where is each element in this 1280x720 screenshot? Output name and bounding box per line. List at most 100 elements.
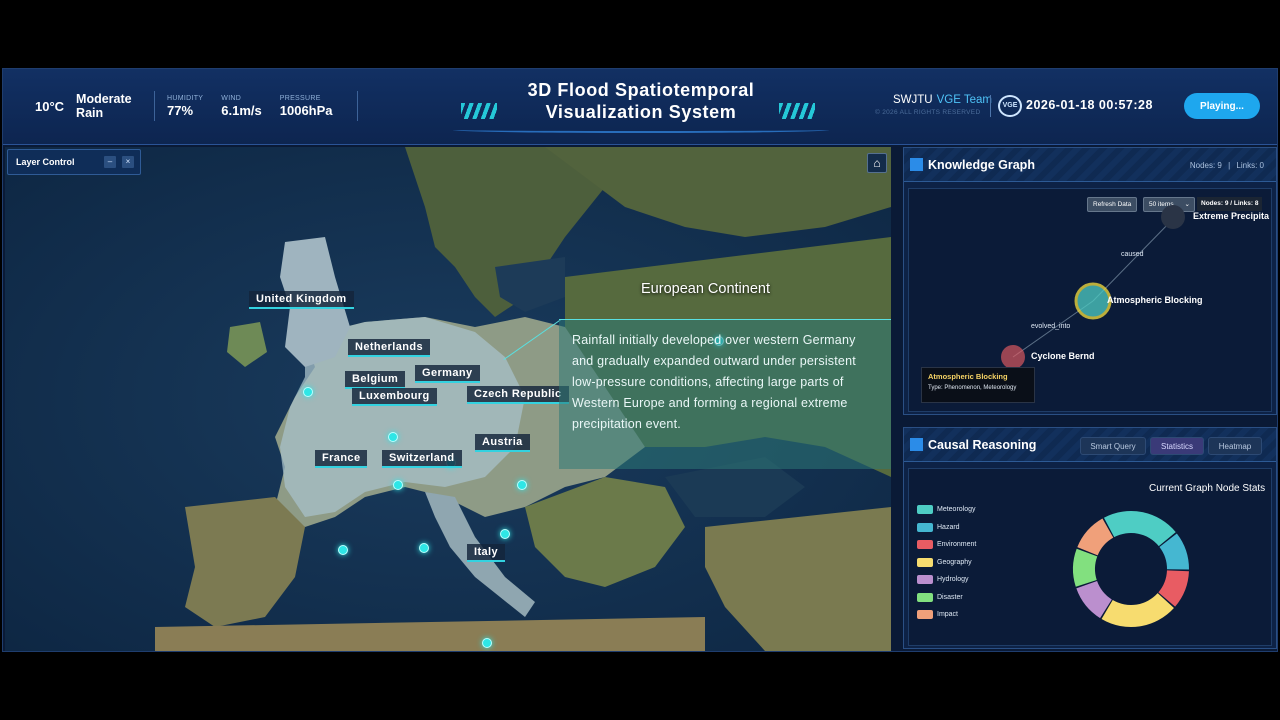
legend-swatch [917,592,933,602]
narrative-callout: Rainfall initially developed over wester… [559,319,891,469]
country-marker[interactable] [500,529,510,539]
node-stats-donut [1073,511,1189,627]
legend-swatch [917,575,933,585]
donut-slice-meteorology[interactable] [1103,511,1176,547]
metric-label: PRESSURE [279,94,321,102]
metric-value: 6.1m/s [221,102,262,118]
country-marker[interactable] [517,480,527,490]
country-label-belgium[interactable]: Belgium [345,371,406,389]
donut-slice-disaster[interactable] [1073,548,1098,587]
causal-reasoning-panel: Causal Reasoning Smart Query Statistics … [903,427,1277,649]
divider [990,95,991,117]
app-window: 10°C Moderate Rain HUMIDITY 77% WIND 6.1… [2,68,1278,652]
statistics-view: Current Graph Node Stats Meteorology Haza… [908,468,1272,646]
weather-widget: 10°C Moderate Rain HUMIDITY 77% WIND 6.1… [35,91,370,121]
graph-node [1161,205,1185,229]
tab-heatmap[interactable]: Heatmap [1208,437,1262,455]
legend-item[interactable]: Meteorology [917,501,976,519]
header-bar: 10°C Moderate Rain HUMIDITY 77% WIND 6.1… [3,69,1277,145]
chart-title: Current Graph Node Stats [1149,483,1266,494]
layer-control-panel[interactable]: Layer Control – × [7,149,141,175]
minimize-icon[interactable]: – [104,156,116,168]
country-marker[interactable] [393,480,403,490]
legend-label: Hydrology [937,576,969,584]
legend-item[interactable]: Environment [917,536,976,554]
legend-swatch [917,540,933,550]
country-label-italy[interactable]: Italy [467,544,506,562]
panel-icon [910,438,923,451]
country-label-luxembourg[interactable]: Luxembourg [352,388,437,406]
country-label-france[interactable]: France [315,450,368,468]
legend-item[interactable]: Geography [917,554,976,572]
title-line-2: Visualization System [545,102,737,122]
count-separator: | [1228,161,1231,170]
country-marker[interactable] [303,387,313,397]
copyright: © 2026 ALL RIGHTS RESERVED [875,109,981,116]
pressure-metric: PRESSURE 1006hPa [280,95,333,118]
graph-canvas[interactable]: Refresh Data 50 items ⌄ Nodes: 9 / Links… [908,188,1272,412]
country-label-austria[interactable]: Austria [475,434,530,452]
node-label[interactable]: Cyclone Bernd [1031,351,1095,361]
divider [154,91,156,121]
country-label-netherlands[interactable]: Netherlands [348,339,430,357]
legend-item[interactable]: Hydrology [917,571,976,589]
country-label-czech-republic[interactable]: Czech Republic [467,386,569,404]
legend-label: Disaster [937,593,963,601]
node-tooltip: Atmospheric Blocking Type: Phenomenon, M… [921,367,1035,403]
legend-item[interactable]: Hazard [917,519,976,537]
legend-swatch [917,505,933,515]
node-label[interactable]: Extreme Precipita [1193,211,1269,221]
graph-node [1001,345,1025,369]
graph-node [1074,282,1112,320]
wind-metric: WIND 6.1m/s [221,95,261,118]
map-view[interactable]: Layer Control – × ⌂ United Kingdom Nethe… [5,147,891,651]
layer-control-label: Layer Control [16,157,75,167]
title-line-1: 3D Flood Spatiotemporal [527,80,755,100]
letterbox-bottom [0,652,1280,720]
knowledge-graph-panel: Knowledge Graph Nodes: 9 | Links: 0 Refr… [903,147,1277,415]
legend-item[interactable]: Disaster [917,589,976,607]
nodes-count: Nodes: 9 [1189,161,1222,170]
team-name: SWJTU [893,94,933,106]
legend-label: Environment [937,541,977,549]
country-marker[interactable] [388,432,398,442]
tooltip-title: Atmospheric Blocking [928,372,1008,381]
panel-icon [910,158,923,171]
panel-header: Knowledge Graph Nodes: 9 | Links: 0 [904,148,1276,182]
edge-label: evolved_into [1031,323,1071,330]
page-title: 3D Flood Spatiotemporal Visualization Sy… [433,79,849,135]
legend-swatch [917,557,933,567]
country-label-switzerland[interactable]: Switzerland [382,450,462,468]
country-marker[interactable] [338,545,348,555]
team-label: SWJTU VGE Team [893,94,992,106]
weather-condition: Moderate Rain [76,92,132,120]
legend-label: Geography [937,558,972,566]
country-marker[interactable] [482,638,492,648]
tab-statistics[interactable]: Statistics [1150,437,1204,455]
donut-slice-geography[interactable] [1101,593,1174,627]
chart-legend: Meteorology Hazard Environment Geography Hyd… [917,501,976,624]
legend-label: Impact [937,611,959,619]
home-icon[interactable]: ⌂ [867,153,887,173]
country-marker[interactable] [419,543,429,553]
team-accent: VGE Team [936,94,993,106]
legend-swatch [917,610,933,620]
node-label[interactable]: Atmospheric Blocking [1107,295,1203,305]
edge-label: caused [1121,251,1144,258]
continent-label: European Continent [641,281,770,297]
panel-title: Knowledge Graph [928,158,1035,172]
humidity-metric: HUMIDITY 77% [167,95,203,118]
close-icon[interactable]: × [122,156,134,168]
vge-logo: VGE [998,95,1022,117]
play-button[interactable]: Playing... [1184,93,1260,119]
panel-title: Causal Reasoning [928,438,1037,452]
legend-item[interactable]: Impact [917,606,976,624]
metric-label: WIND [221,94,242,102]
metric-value: 77% [167,102,194,118]
letterbox-top [0,0,1280,68]
tooltip-type: Type: Phenomenon, Meteorology [928,385,1017,391]
country-label-germany[interactable]: Germany [415,365,480,383]
country-label-united-kingdom[interactable]: United Kingdom [249,291,354,309]
tab-smart-query[interactable]: Smart Query [1080,437,1146,455]
links-count: Links: 0 [1236,161,1264,170]
